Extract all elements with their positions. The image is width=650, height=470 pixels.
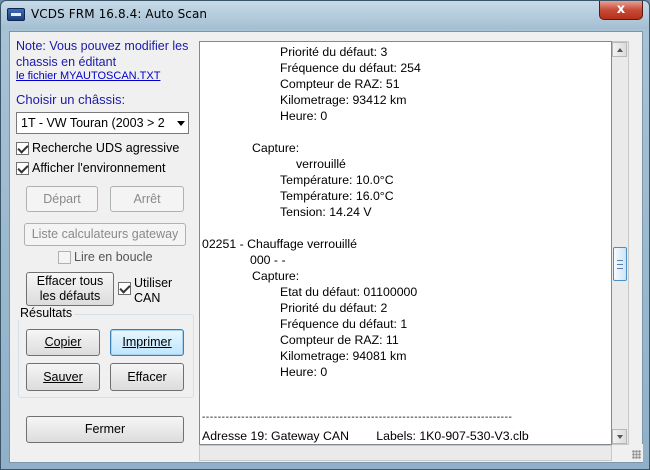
report-line: 02251 - Chauffage verrouillé xyxy=(202,237,357,251)
report-line: Heure: 0 xyxy=(280,365,328,379)
report-line: Compteur de RAZ: 11 xyxy=(280,333,399,347)
close-button[interactable]: Fermer xyxy=(26,416,184,443)
myautoscan-link[interactable]: le fichier MYAUTOSCAN.TXT xyxy=(16,70,160,82)
size-grip[interactable] xyxy=(629,444,643,462)
save-button[interactable]: Sauver xyxy=(26,363,100,391)
title-bar[interactable]: VCDS FRM 16.8.4: Auto Scan x xyxy=(1,1,649,29)
show-environment-checkbox[interactable]: Afficher l'environnement xyxy=(16,161,165,175)
report-line: Température: 16.0°C xyxy=(280,189,394,203)
horizontal-scrollbar[interactable] xyxy=(199,445,612,461)
report-line: Compteur de RAZ: 51 xyxy=(280,77,400,91)
window-title: VCDS FRM 16.8.4: Auto Scan xyxy=(31,7,208,21)
report-line: Fréquence du défaut: 254 xyxy=(280,61,421,75)
uds-aggressive-checkbox[interactable]: Recherche UDS agressive xyxy=(16,141,179,155)
arrow-down-icon xyxy=(617,435,623,439)
clear-all-faults-label-2: les défauts xyxy=(39,289,101,303)
chassis-selected-value: 1T - VW Touran (2003 > 2 xyxy=(21,116,165,130)
arrow-up-icon xyxy=(617,48,623,52)
report-line: 000 - - xyxy=(250,253,286,267)
print-button-label: Imprimer xyxy=(122,335,172,349)
report-line: Capture: xyxy=(252,141,300,155)
resize-grip-icon xyxy=(632,450,641,459)
print-button[interactable]: Imprimer xyxy=(110,329,184,356)
erase-button-label: Effacer xyxy=(127,369,167,384)
checkbox-unchecked-icon xyxy=(58,250,71,264)
clear-all-faults-button[interactable]: Effacer tous les défauts xyxy=(26,272,114,306)
vertical-scrollbar[interactable] xyxy=(612,41,629,445)
chassis-label: Choisir un châssis: xyxy=(16,92,126,107)
gateway-list-button[interactable]: Liste calculateurs gateway xyxy=(24,223,186,246)
chassis-select[interactable]: 1T - VW Touran (2003 > 2 xyxy=(16,112,189,134)
report-line: Fréquence du défaut: 1 xyxy=(280,317,408,331)
client-area: Note: Vous pouvez modifier les chassis e… xyxy=(9,31,643,463)
note-text: Note: Vous pouvez modifier les chassis e… xyxy=(16,39,189,69)
vcds-app-icon xyxy=(7,8,25,21)
report-line: Priorité du défaut: 2 xyxy=(280,301,388,315)
report-line: Priorité du défaut: 3 xyxy=(280,45,388,59)
use-can-label-2: CAN xyxy=(134,291,161,305)
erase-button[interactable]: Effacer xyxy=(110,363,184,391)
chevron-down-icon xyxy=(177,121,185,126)
report-line: Kilometrage: 93412 km xyxy=(280,93,407,107)
report-line: Heure: 0 xyxy=(280,109,328,123)
results-group-label: Résultats xyxy=(18,306,75,320)
checkbox-checked-icon xyxy=(16,161,29,175)
uds-aggressive-label: Recherche UDS agressive xyxy=(32,141,180,155)
loop-read-label: Lire en boucle xyxy=(74,250,153,264)
scroll-down-button[interactable] xyxy=(612,429,627,444)
start-button[interactable]: Départ xyxy=(26,186,98,212)
report-line: Kilometrage: 94081 km xyxy=(280,349,407,363)
checkbox-checked-icon xyxy=(16,141,29,155)
clear-all-faults-label-1: Effacer tous xyxy=(36,274,104,288)
report-line: Tension: 14.24 V xyxy=(280,205,372,219)
stop-button[interactable]: Arrêt xyxy=(110,186,184,212)
scan-report-text[interactable]: Priorité du défaut: 3 Fréquence du défau… xyxy=(199,41,612,445)
report-line: Capture: xyxy=(252,269,300,283)
window-close-button[interactable]: x xyxy=(599,1,643,20)
use-can-label-1: Utiliser xyxy=(134,276,173,290)
copy-button-label: Copier xyxy=(44,335,82,349)
loop-read-checkbox[interactable]: Lire en boucle xyxy=(58,250,153,264)
scroll-thumb[interactable] xyxy=(613,247,627,281)
use-can-label: Utiliser CAN xyxy=(134,276,172,306)
use-can-checkbox[interactable]: Utiliser CAN xyxy=(118,276,172,306)
auto-scan-window: VCDS FRM 16.8.4: Auto Scan x Note: Vous … xyxy=(0,0,650,470)
copy-button[interactable]: Copier xyxy=(26,329,100,356)
scroll-up-button[interactable] xyxy=(612,42,627,57)
report-line: Adresse 19: Gateway CAN Labels: 1K0-907-… xyxy=(202,429,529,443)
checkbox-checked-icon xyxy=(118,282,131,295)
show-environment-label: Afficher l'environnement xyxy=(32,161,166,175)
report-line: Etat du défaut: 01100000 xyxy=(280,285,418,299)
report-separator: ----------------------------------------… xyxy=(202,412,513,423)
report-line: verrouillé xyxy=(296,157,346,171)
save-button-label: Sauver xyxy=(43,369,83,384)
report-line: Température: 10.0°C xyxy=(280,173,394,187)
